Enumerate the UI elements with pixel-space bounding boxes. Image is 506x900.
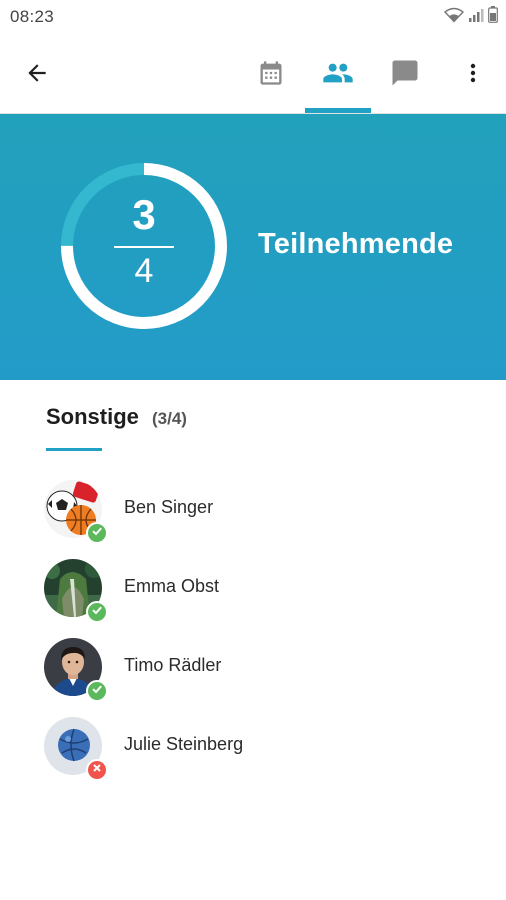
confirmed-count: 3 (132, 191, 156, 238)
participant-item[interactable]: Emma Obst (44, 559, 484, 623)
chat-bubble-icon (390, 58, 420, 93)
close-icon (91, 761, 103, 779)
tab-chat[interactable] (372, 36, 438, 114)
status-bar: 08:23 (0, 0, 506, 36)
participant-name: Timo Rädler (124, 655, 222, 675)
status-time: 08:23 (10, 7, 55, 26)
calendar-icon (257, 59, 285, 92)
people-icon (322, 57, 354, 94)
section-title: Sonstige (46, 404, 139, 429)
status-confirmed-badge (86, 522, 108, 544)
fraction-divider (114, 246, 174, 248)
wifi-icon (443, 7, 465, 28)
participant-name: Ben Singer (124, 497, 214, 517)
more-options-button[interactable] (456, 56, 490, 94)
status-confirmed-badge (86, 680, 108, 702)
more-vertical-icon (461, 60, 485, 91)
section-underline (46, 448, 102, 451)
checkmark-icon (91, 524, 103, 542)
checkmark-icon (91, 603, 103, 621)
section-count: (3/4) (152, 409, 187, 428)
tab-indicator (305, 108, 371, 113)
participants-summary: 3 4 Teilnehmende (0, 114, 506, 380)
back-button[interactable] (18, 56, 56, 94)
arrow-back-icon (24, 60, 50, 91)
total-count: 4 (134, 252, 154, 290)
status-declined-badge (86, 759, 108, 781)
battery-icon (488, 6, 498, 28)
signal-icon (468, 7, 484, 28)
participant-item[interactable]: Julie Steinberg (44, 717, 484, 781)
checkmark-icon (91, 682, 103, 700)
participant-item[interactable]: Timo Rädler (44, 638, 484, 702)
participant-name: Julie Steinberg (124, 734, 244, 754)
participants-label: Teilnehmende (258, 228, 454, 260)
status-icons (443, 6, 498, 28)
tab-calendar[interactable] (238, 36, 304, 114)
participant-name: Emma Obst (124, 576, 220, 596)
participant-item[interactable]: Ben Singer (44, 480, 484, 544)
status-confirmed-badge (86, 601, 108, 623)
app-bar (0, 36, 506, 114)
progress-ring: 3 4 (58, 160, 230, 332)
tab-participants[interactable] (305, 36, 371, 114)
